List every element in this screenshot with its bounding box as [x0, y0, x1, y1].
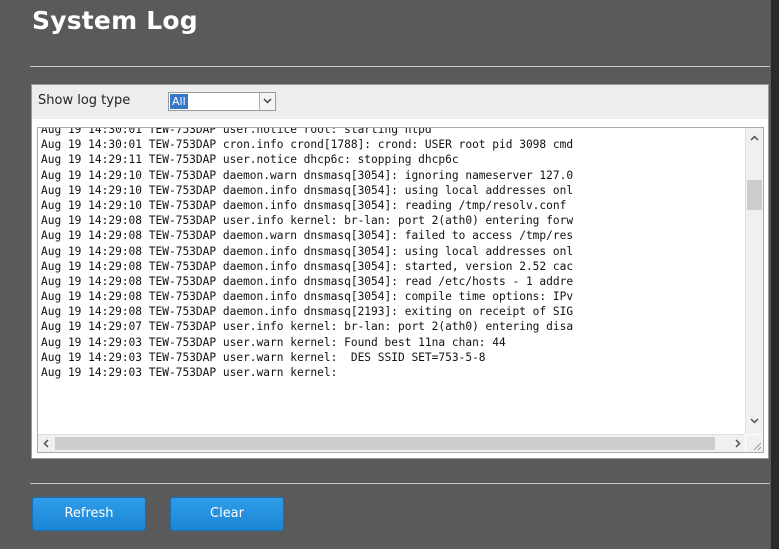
log-line: Aug 19 14:29:11 TEW-753DAP user.notice d…: [41, 153, 459, 167]
log-line: Aug 19 14:29:08 TEW-753DAP daemon.warn d…: [41, 229, 574, 243]
system-log-page: System Log Show log type All Aug 19 14:3…: [0, 0, 779, 549]
vertical-scroll-thumb[interactable]: [747, 180, 762, 210]
horizontal-scroll-thumb[interactable]: [55, 437, 715, 450]
log-line: Aug 19 14:29:10 TEW-753DAP daemon.info d…: [41, 183, 574, 197]
log-type-selected-value: All: [170, 94, 188, 109]
log-filter-bar: Show log type All: [32, 85, 768, 119]
buttons-divider: [30, 483, 770, 484]
page-title: System Log: [32, 6, 198, 35]
log-type-label: Show log type: [38, 93, 131, 108]
chevron-down-icon[interactable]: [750, 418, 759, 424]
log-line: Aug 19 14:30:01 TEW-753DAP cron.info cro…: [41, 138, 574, 152]
log-line: Aug 19 14:29:08 TEW-753DAP user.info ker…: [41, 214, 574, 228]
vertical-scrollbar[interactable]: [745, 128, 763, 434]
chevron-down-icon[interactable]: [259, 93, 275, 110]
log-textarea[interactable]: Aug 19 14:30:01 TEW-753DAP user.notice r…: [37, 127, 764, 453]
log-line: Aug 19 14:29:08 TEW-753DAP daemon.info d…: [41, 274, 574, 288]
log-line: Aug 19 14:29:03 TEW-753DAP user.warn ker…: [41, 350, 486, 364]
refresh-button[interactable]: Refresh: [32, 497, 146, 531]
clear-button[interactable]: Clear: [170, 497, 284, 531]
log-line: Aug 19 14:29:08 TEW-753DAP daemon.info d…: [41, 290, 574, 304]
log-line: Aug 19 14:29:07 TEW-753DAP user.info ker…: [41, 320, 574, 334]
log-line: Aug 19 14:29:10 TEW-753DAP daemon.warn d…: [41, 168, 574, 182]
log-line: Aug 19 14:29:10 TEW-753DAP daemon.info d…: [41, 198, 567, 212]
resize-grip-icon[interactable]: [746, 435, 763, 452]
log-line: Aug 19 14:29:03 TEW-753DAP user.warn ker…: [41, 366, 338, 379]
log-line: Aug 19 14:29:03 TEW-753DAP user.warn ker…: [41, 335, 506, 349]
chevron-left-icon[interactable]: [43, 439, 49, 448]
log-type-select[interactable]: All: [168, 92, 276, 111]
log-line: Aug 19 14:29:08 TEW-753DAP daemon.info d…: [41, 259, 574, 273]
title-divider: [30, 66, 770, 67]
chevron-up-icon[interactable]: [750, 135, 759, 141]
log-panel: Show log type All Aug 19 14:30:01 TEW-75…: [31, 84, 769, 459]
log-line: Aug 19 14:29:08 TEW-753DAP daemon.info d…: [41, 244, 574, 258]
horizontal-scrollbar[interactable]: [38, 434, 745, 452]
log-lines: Aug 19 14:30:01 TEW-753DAP user.notice r…: [41, 127, 741, 427]
log-line: Aug 19 14:29:08 TEW-753DAP daemon.info d…: [41, 305, 574, 319]
log-line: Aug 19 14:30:01 TEW-753DAP user.notice r…: [41, 127, 432, 136]
chevron-right-icon[interactable]: [735, 439, 741, 448]
window-edge: [771, 0, 779, 549]
